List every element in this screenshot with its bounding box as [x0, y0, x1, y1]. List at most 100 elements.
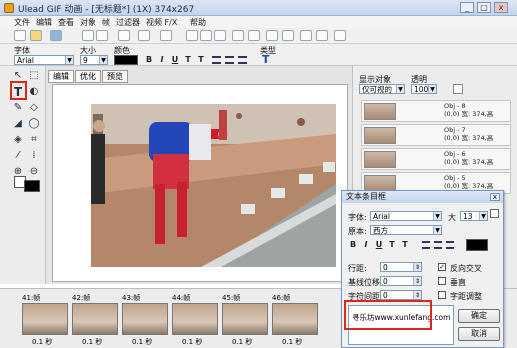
vertical-checkbox[interactable]: [438, 277, 446, 285]
frame-thumbnail[interactable]: 41:帧 0.1 秒: [20, 293, 70, 347]
baseline-input[interactable]: 0 ⇕: [380, 276, 422, 286]
paste-icon[interactable]: [214, 30, 226, 41]
kerning-checkbox[interactable]: [438, 291, 446, 299]
color-swatch[interactable]: [114, 55, 138, 65]
add-image-icon[interactable]: [82, 30, 94, 41]
tab-optimize[interactable]: 优化: [75, 70, 101, 83]
play-icon[interactable]: [316, 30, 328, 41]
eyedropper-tool-icon[interactable]: ⁄: [11, 149, 25, 163]
frame-thumbnail[interactable]: 44:帧 0.1 秒: [170, 293, 220, 347]
frame-thumbnail[interactable]: 43:帧 0.1 秒: [120, 293, 170, 347]
font-select[interactable]: Arial ▼: [14, 55, 74, 65]
close-button[interactable]: x: [494, 2, 508, 13]
menu-filter[interactable]: 过滤器: [116, 17, 140, 28]
menu-bar: 文件 编辑 查看 对象 帧 过滤器 视频 F/X 帮助: [0, 16, 517, 28]
resize-icon[interactable]: [266, 30, 278, 41]
menu-help[interactable]: 帮助: [190, 17, 206, 28]
dialog-align-center-icon[interactable]: [434, 241, 442, 249]
eraser-tool-icon[interactable]: ◢: [11, 117, 25, 131]
shape-tool-icon[interactable]: ◇: [27, 101, 41, 115]
dialog-font-select[interactable]: Arial ▼: [370, 211, 442, 221]
tab-edit[interactable]: 编辑: [48, 70, 74, 83]
dialog-underline-button[interactable]: U: [374, 240, 384, 250]
lasso-tool-icon[interactable]: ◐: [27, 85, 41, 99]
minimize-button[interactable]: _: [460, 2, 474, 13]
frame-delay[interactable]: 0.1 秒: [132, 337, 152, 347]
frame-delay[interactable]: 0.1 秒: [282, 337, 302, 347]
dialog-pin-icon[interactable]: [490, 209, 499, 218]
frame-thumbnail[interactable]: 42:帧 0.1 秒: [70, 293, 120, 347]
open-folder-icon[interactable]: [30, 30, 42, 41]
marquee-tool-icon[interactable]: ⬚: [27, 69, 41, 83]
menu-edit[interactable]: 编辑: [36, 17, 52, 28]
dialog-bold-button[interactable]: B: [348, 240, 358, 250]
menu-object[interactable]: 对象: [80, 17, 96, 28]
align-center-icon[interactable]: [225, 56, 234, 64]
rotate-icon[interactable]: [282, 30, 294, 41]
dialog-align-right-icon[interactable]: [446, 241, 454, 249]
underline-button[interactable]: U: [170, 55, 180, 65]
align-left-icon[interactable]: [212, 56, 221, 64]
cut-icon[interactable]: [186, 30, 198, 41]
dialog-shadow-button[interactable]: T: [400, 240, 410, 250]
size-select[interactable]: 9 ▼: [80, 55, 108, 65]
copy-icon[interactable]: [200, 30, 212, 41]
undo-icon[interactable]: [138, 30, 150, 41]
char-spacing-input[interactable]: 0 ⇕: [380, 290, 422, 300]
brush-tool-icon[interactable]: ✎: [11, 101, 25, 115]
crop-icon[interactable]: [248, 30, 260, 41]
object-row[interactable]: Obj - 6 (0,0) 宽: 374,高: [361, 148, 511, 170]
dialog-script-select[interactable]: 西方 ▼: [370, 225, 442, 235]
new-file-icon[interactable]: [14, 30, 26, 41]
crop-tool-icon[interactable]: ⌗: [27, 133, 41, 147]
clone-tool-icon[interactable]: ◯: [27, 117, 41, 131]
ok-button[interactable]: 确定: [458, 309, 500, 323]
dialog-align-left-icon[interactable]: [422, 241, 430, 249]
video-icon[interactable]: [118, 30, 130, 41]
frame-delay[interactable]: 0.1 秒: [232, 337, 252, 347]
menu-view[interactable]: 查看: [58, 17, 74, 28]
menu-video-fx[interactable]: 视频 F/X: [146, 17, 177, 28]
animation-frame-image[interactable]: [91, 104, 336, 267]
help-pointer-icon[interactable]: [334, 30, 346, 41]
zoom-out-icon[interactable]: ⊖: [27, 165, 41, 179]
frame-delay[interactable]: 0.1 秒: [82, 337, 102, 347]
frame-thumbnail[interactable]: 45:帧 0.1 秒: [220, 293, 270, 347]
display-objects-select[interactable]: 仅可视的 ▼: [359, 84, 405, 94]
text-type-icon[interactable]: T: [262, 53, 270, 66]
menu-frame[interactable]: 帧: [102, 17, 110, 28]
italic-button[interactable]: I: [157, 55, 167, 65]
spinner-icon: ⇕: [413, 263, 421, 271]
object-row[interactable]: Obj - 7 (0,0) 宽: 374,高: [361, 124, 511, 146]
bold-button[interactable]: B: [144, 55, 154, 65]
cancel-button[interactable]: 取消: [458, 327, 500, 341]
image-edit-icon[interactable]: [232, 30, 244, 41]
text-shadow-button[interactable]: T: [196, 55, 206, 65]
tab-preview[interactable]: 预览: [102, 70, 128, 83]
line-tool-icon[interactable]: ⁞: [27, 149, 41, 163]
dialog-style-button[interactable]: T: [387, 240, 397, 250]
dialog-italic-button[interactable]: I: [361, 240, 371, 250]
flip-icon[interactable]: [300, 30, 312, 41]
save-icon[interactable]: [50, 30, 62, 41]
align-right-icon[interactable]: [238, 56, 247, 64]
fill-tool-icon[interactable]: ◈: [11, 133, 25, 147]
frame-thumbnail[interactable]: 46:帧 0.1 秒: [270, 293, 320, 347]
antialias-checkbox[interactable]: ✓: [438, 263, 446, 271]
maximize-button[interactable]: □: [477, 2, 491, 13]
text-style-button[interactable]: T: [183, 55, 193, 65]
dialog-font-value: Arial: [373, 212, 390, 221]
foreground-color-swatch[interactable]: [24, 180, 40, 192]
redo-icon[interactable]: [160, 30, 172, 41]
line-spacing-input[interactable]: 0 ⇕: [380, 262, 422, 272]
dialog-close-icon[interactable]: x: [490, 193, 500, 201]
frame-delay[interactable]: 0.1 秒: [182, 337, 202, 347]
frame-delay[interactable]: 0.1 秒: [32, 337, 52, 347]
dialog-size-select[interactable]: 13 ▼: [460, 211, 488, 221]
opacity-input[interactable]: 100 ▼: [411, 84, 437, 94]
lock-icon[interactable]: [453, 84, 463, 94]
object-row[interactable]: Obj - 8 (0,0) 宽: 374,高: [361, 100, 511, 122]
dialog-color-swatch[interactable]: [466, 239, 488, 251]
add-frame-icon[interactable]: [96, 30, 108, 41]
menu-file[interactable]: 文件: [14, 17, 30, 28]
